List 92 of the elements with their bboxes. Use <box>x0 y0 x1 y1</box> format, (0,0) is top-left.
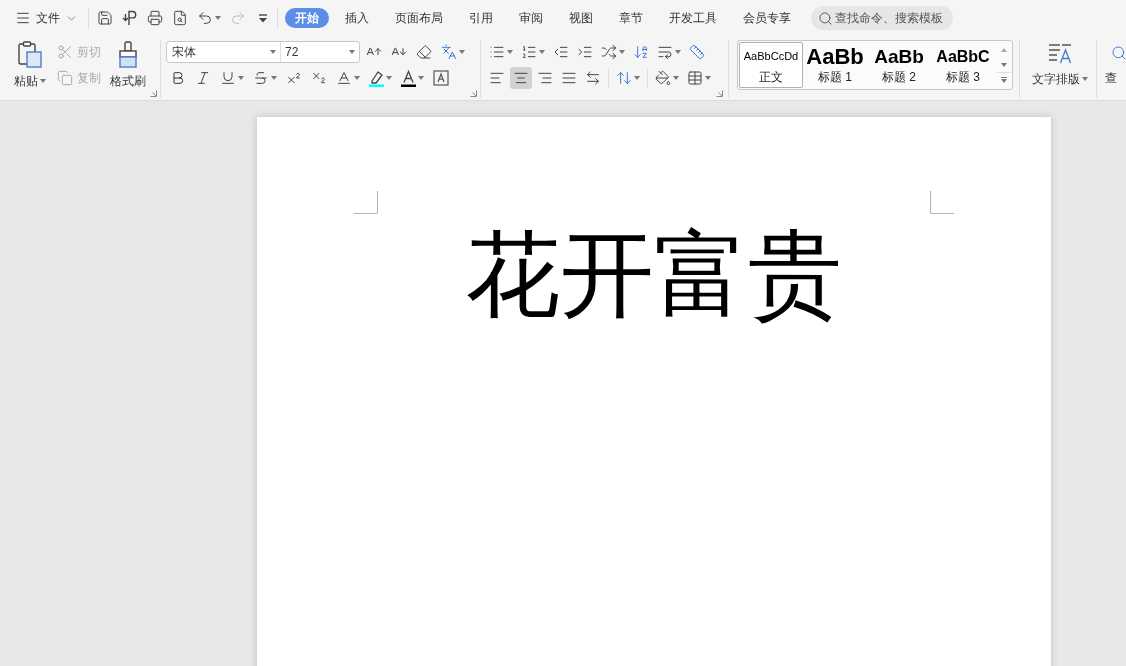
italic-icon <box>195 70 211 86</box>
text-layout-button[interactable]: 文字排版 <box>1024 36 1096 100</box>
search-field[interactable]: 查找命令、搜索模板 <box>811 6 953 30</box>
corner-arrow-icon <box>716 90 723 97</box>
align-center-button[interactable] <box>510 67 532 89</box>
lines-letter-icon <box>1048 43 1072 64</box>
align-center-icon <box>513 70 529 86</box>
search-icon <box>818 10 833 26</box>
caret-icon <box>1082 77 1088 81</box>
corner-arrow-icon <box>470 90 477 97</box>
ribbon-tab[interactable]: 开发工具 <box>656 8 730 28</box>
ruler-icon <box>689 44 705 60</box>
save-icon <box>97 10 113 26</box>
caret-icon <box>354 76 360 80</box>
document-heading: 花开富贵 <box>466 228 842 322</box>
letter-a-icon <box>336 70 352 86</box>
curve-arrow-icon <box>122 10 138 26</box>
menu-icon <box>15 10 31 26</box>
clipboard-icon <box>18 41 42 68</box>
ribbon-tab[interactable]: 会员专享 <box>730 8 804 28</box>
bullet-list-icon <box>489 44 505 60</box>
find-button[interactable]: 查 <box>1105 36 1126 100</box>
search-icon <box>1111 45 1126 61</box>
eraser-icon <box>416 44 432 60</box>
redo-icon <box>230 10 246 26</box>
caret-icon <box>215 16 221 20</box>
caret-icon <box>238 76 244 80</box>
superscript-icon <box>286 70 302 86</box>
strikethrough-icon <box>253 70 269 86</box>
copy-icon <box>57 70 73 86</box>
subscript-icon <box>311 70 327 86</box>
font-color-button[interactable] <box>398 67 427 89</box>
dialog-launcher-button[interactable] <box>470 90 477 97</box>
ribbon-tab[interactable]: 章节 <box>606 8 656 28</box>
character-border-button[interactable] <box>430 67 452 89</box>
file-search-icon <box>172 10 188 26</box>
caret-icon <box>539 50 545 54</box>
align-right-icon <box>537 70 553 86</box>
shuffle-icon <box>601 44 617 60</box>
languages-icon <box>441 44 457 60</box>
caret-icon <box>705 76 711 80</box>
ribbon-tab[interactable]: 审阅 <box>506 8 556 28</box>
ribbon-tab[interactable]: 页面布局 <box>382 8 456 28</box>
underline-icon <box>220 70 236 86</box>
align-justify-icon <box>561 70 577 86</box>
wrap-text-icon <box>657 44 673 60</box>
caret-icon <box>418 76 424 80</box>
corner-icon <box>930 191 954 214</box>
style-option[interactable]: AaBbC 标题 3 <box>931 42 995 88</box>
undo-icon <box>197 10 213 26</box>
boxed-letter-icon <box>433 70 449 86</box>
dialog-launcher-button[interactable] <box>716 90 723 97</box>
caret-icon <box>675 50 681 54</box>
up-triangle-icon <box>1001 47 1007 52</box>
style-option[interactable]: AaBb 标题 1 <box>803 42 867 88</box>
sort-icon <box>633 44 649 60</box>
numbered-list-icon <box>521 44 537 60</box>
dialog-launcher-button[interactable] <box>150 90 157 97</box>
style-option[interactable]: AaBbCcDd 正文 <box>739 42 803 88</box>
caret-icon <box>619 50 625 54</box>
indent-decrease-icon <box>553 44 569 60</box>
paste-button[interactable]: 粘贴 <box>10 41 50 100</box>
letter-a-underline-icon <box>401 69 416 87</box>
ribbon-tab[interactable]: 视图 <box>556 8 606 28</box>
caret-icon <box>271 76 277 80</box>
up-down-arrow-icon <box>616 70 632 86</box>
printer-icon <box>147 10 163 26</box>
left-right-arrow-icon <box>585 70 601 86</box>
file-menu-button[interactable]: 文件 <box>12 6 81 30</box>
highlighter-icon <box>369 69 384 87</box>
caret-icon <box>507 50 513 54</box>
ribbon-tab[interactable]: 插入 <box>332 8 382 28</box>
style-option[interactable]: AaBb 标题 2 <box>867 42 931 88</box>
bold-icon <box>170 70 186 86</box>
caret-icon <box>459 50 465 54</box>
corner-icon <box>354 191 378 214</box>
caret-icon <box>40 79 46 83</box>
ribbon-tab[interactable]: 引用 <box>456 8 506 28</box>
paint-bucket-icon <box>655 70 671 86</box>
corner-arrow-icon <box>150 90 157 97</box>
align-left-icon <box>489 70 505 86</box>
table-grid-icon <box>687 70 703 86</box>
scissors-icon <box>57 44 73 60</box>
indent-increase-icon <box>577 44 593 60</box>
caret-icon <box>634 76 640 80</box>
down-triangle-icon <box>1001 62 1007 67</box>
brush-icon <box>118 41 138 68</box>
dropdown-icon <box>258 13 268 23</box>
caret-icon <box>673 76 679 80</box>
more-icon <box>1001 77 1007 83</box>
format-painter-button[interactable]: 格式刷 <box>108 41 148 100</box>
caret-icon <box>386 76 392 80</box>
